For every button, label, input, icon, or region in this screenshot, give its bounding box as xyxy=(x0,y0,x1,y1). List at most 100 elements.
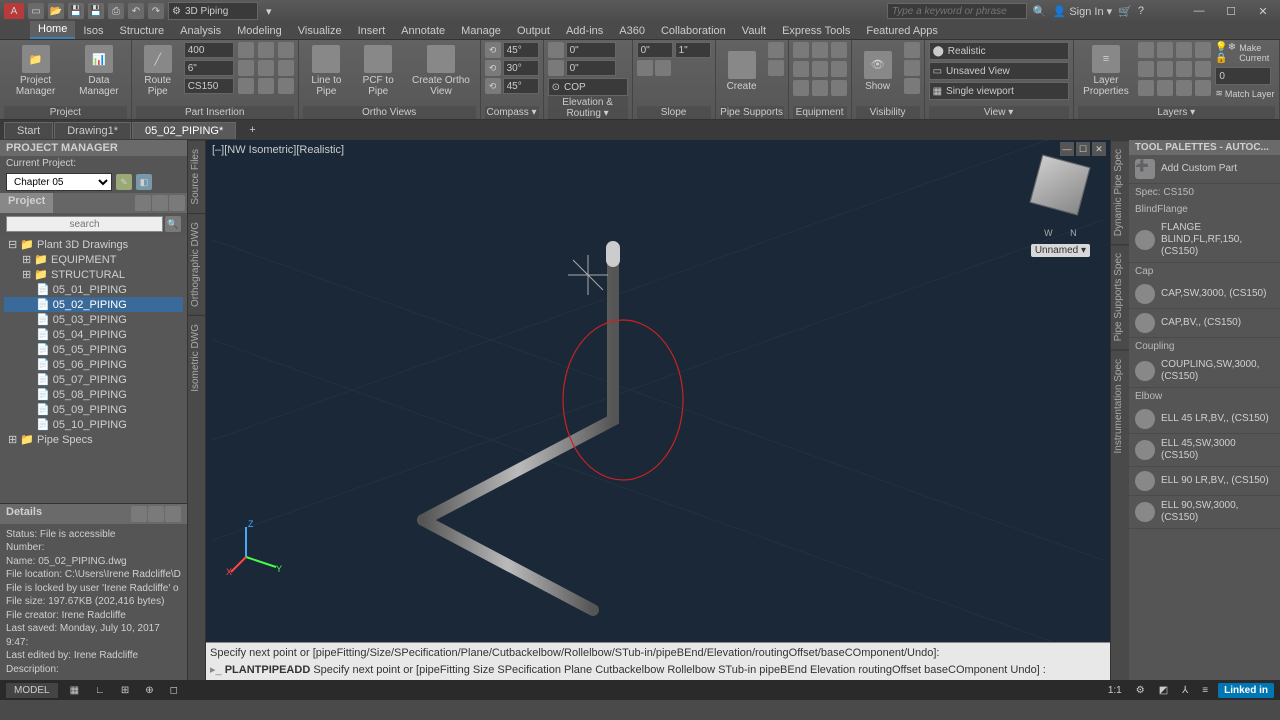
eq-btn-8[interactable] xyxy=(812,80,828,96)
ribbon-tab-add-ins[interactable]: Add-ins xyxy=(558,23,611,39)
color-icon[interactable]: ◧ xyxy=(136,174,152,190)
eq-btn-4[interactable] xyxy=(793,61,809,77)
slope-btn-1[interactable] xyxy=(637,60,653,76)
ribbon-tab-analysis[interactable]: Analysis xyxy=(172,23,229,39)
sup-btn-1[interactable] xyxy=(768,42,784,58)
ortho-toggle[interactable]: ⊞ xyxy=(117,685,133,696)
ly-b2[interactable] xyxy=(1157,42,1173,58)
pm-tab-project[interactable]: Project xyxy=(0,193,53,213)
elev-field-2[interactable] xyxy=(566,60,616,76)
tree-node[interactable]: 📄 05_02_PIPING xyxy=(4,297,183,312)
dt-b2[interactable] xyxy=(148,506,164,522)
saveas-icon[interactable]: 💾 xyxy=(88,3,104,19)
ly-b11[interactable] xyxy=(1176,80,1192,96)
infocenter-icon[interactable]: 🔍 xyxy=(1033,5,1047,18)
pi-btn-7[interactable] xyxy=(278,42,294,58)
eq-btn-2[interactable] xyxy=(812,42,828,58)
line-to-pipe-button[interactable]: Line to Pipe xyxy=(303,42,350,100)
pi-btn-5[interactable] xyxy=(258,60,274,76)
pcf-to-pipe-button[interactable]: PCF to Pipe xyxy=(354,42,402,100)
plot-icon[interactable]: ⎙ xyxy=(108,3,124,19)
vtab[interactable]: Source Files xyxy=(188,140,205,213)
ly-b9[interactable] xyxy=(1138,80,1154,96)
osnap-toggle[interactable]: ◻ xyxy=(166,685,182,696)
maximize-button[interactable]: ☐ xyxy=(1218,2,1244,20)
route-pipe-button[interactable]: ╱Route Pipe xyxy=(136,42,180,100)
command-line[interactable]: Specify next point or [pipeFitting/Size/… xyxy=(206,642,1110,680)
eq-btn-1[interactable] xyxy=(793,42,809,58)
ly-b4[interactable] xyxy=(1195,42,1211,58)
tp-part-item[interactable]: CAP,SW,3000, (CS150) xyxy=(1129,280,1280,309)
ribbon-tab-modeling[interactable]: Modeling xyxy=(229,23,290,39)
close-button[interactable]: ✕ xyxy=(1250,2,1276,20)
ribbon-tab-manage[interactable]: Manage xyxy=(453,23,509,39)
slope-field-2[interactable] xyxy=(675,42,711,58)
compass-icon-3[interactable]: ⟲ xyxy=(485,78,501,94)
tree-node[interactable]: 📄 05_10_PIPING xyxy=(4,417,183,432)
app-menu-icon[interactable]: A xyxy=(4,3,24,19)
show-button[interactable]: 👁Show xyxy=(856,42,900,100)
tp-part-item[interactable]: FLANGE BLIND,FL,RF,150, (CS150) xyxy=(1129,218,1280,263)
ribbon-tab-visualize[interactable]: Visualize xyxy=(290,23,350,39)
compass-icon-1[interactable]: ⟲ xyxy=(485,42,501,58)
eq-btn-9[interactable] xyxy=(831,80,847,96)
tp-part-item[interactable]: ELL 90 LR,BV,, (CS150) xyxy=(1129,467,1280,496)
slope-btn-2[interactable] xyxy=(655,60,671,76)
create-support-button[interactable]: Create xyxy=(720,42,764,100)
vtab[interactable]: Isometric DWG xyxy=(188,315,205,400)
compass-icon-2[interactable]: ⟲ xyxy=(485,60,501,76)
vis-btn-3[interactable] xyxy=(904,78,920,94)
viewcube[interactable]: W N Unnamed ▾ xyxy=(1031,160,1090,257)
anno-icon[interactable]: ⅄ xyxy=(1178,685,1192,696)
tp-part-item[interactable]: CAP,BV,, (CS150) xyxy=(1129,309,1280,338)
pm-nav-2[interactable] xyxy=(152,195,168,211)
ribbon-tab-vault[interactable]: Vault xyxy=(734,23,774,39)
tree-node[interactable]: 📄 05_07_PIPING xyxy=(4,372,183,387)
doc-tab[interactable]: Start xyxy=(4,122,53,139)
drawing-viewport[interactable]: [–][NW Isometric][Realistic] — ☐ ✕ xyxy=(206,140,1110,680)
slope-field-1[interactable] xyxy=(637,42,673,58)
ribbon-tab-isos[interactable]: Isos xyxy=(75,23,111,39)
new-icon[interactable]: ▭ xyxy=(28,3,44,19)
ribbon-tab-home[interactable]: Home xyxy=(30,21,75,39)
ly-b8[interactable] xyxy=(1195,61,1211,77)
open-icon[interactable]: 📂 xyxy=(48,3,64,19)
model-button[interactable]: MODEL xyxy=(6,683,58,698)
polar-toggle[interactable]: ⊕ xyxy=(141,685,157,696)
layer-props-button[interactable]: ≡Layer Properties xyxy=(1078,42,1135,100)
doc-tab[interactable]: 05_02_PIPING* xyxy=(132,122,236,139)
ribbon-tab-structure[interactable]: Structure xyxy=(112,23,173,39)
tree-node[interactable]: 📄 05_03_PIPING xyxy=(4,312,183,327)
data-manager-button[interactable]: 📊Data Manager xyxy=(71,42,127,100)
qat-overflow-icon[interactable]: ▾ xyxy=(262,5,276,18)
exchange-icon[interactable]: 🛒 xyxy=(1118,5,1132,18)
vis-btn-2[interactable] xyxy=(904,60,920,76)
save-icon[interactable]: 💾 xyxy=(68,3,84,19)
dt-b1[interactable] xyxy=(131,506,147,522)
wizard-icon[interactable]: ✎ xyxy=(116,174,132,190)
project-select[interactable]: Chapter 05 xyxy=(6,173,112,191)
help-icon[interactable]: ? xyxy=(1138,5,1144,17)
pm-nav-1[interactable] xyxy=(135,195,151,211)
layer-dd[interactable]: 0 xyxy=(1215,67,1271,85)
tree-node[interactable]: 📄 05_04_PIPING xyxy=(4,327,183,342)
ribbon-tab-a360[interactable]: A360 xyxy=(611,23,653,39)
tree-node[interactable]: 📄 05_05_PIPING xyxy=(4,342,183,357)
spec-field[interactable] xyxy=(184,78,234,94)
eq-btn-3[interactable] xyxy=(831,42,847,58)
ribbon-tab-insert[interactable]: Insert xyxy=(350,23,394,39)
tree-node[interactable]: 📄 05_08_PIPING xyxy=(4,387,183,402)
customize-icon[interactable]: ≡ xyxy=(1198,685,1212,696)
ribbon-tab-express-tools[interactable]: Express Tools xyxy=(774,23,858,39)
angle-field-3[interactable] xyxy=(503,78,539,94)
layer-state-row[interactable]: 💡❄🔒 Make Current xyxy=(1215,42,1275,64)
tree-node[interactable]: 📄 05_06_PIPING xyxy=(4,357,183,372)
help-search-input[interactable] xyxy=(887,3,1027,19)
angle-field-1[interactable] xyxy=(503,42,539,58)
tree-root[interactable]: ⊟ 📁 Plant 3D Drawings xyxy=(4,237,183,252)
tree-folder[interactable]: ⊞ 📁 STRUCTURAL xyxy=(4,267,183,282)
tree-folder[interactable]: ⊞ 📁 EQUIPMENT xyxy=(4,252,183,267)
doc-tab[interactable]: Drawing1* xyxy=(54,122,131,139)
snap-toggle[interactable]: ∟ xyxy=(91,685,109,696)
grid-toggle[interactable]: ▦ xyxy=(66,685,83,696)
